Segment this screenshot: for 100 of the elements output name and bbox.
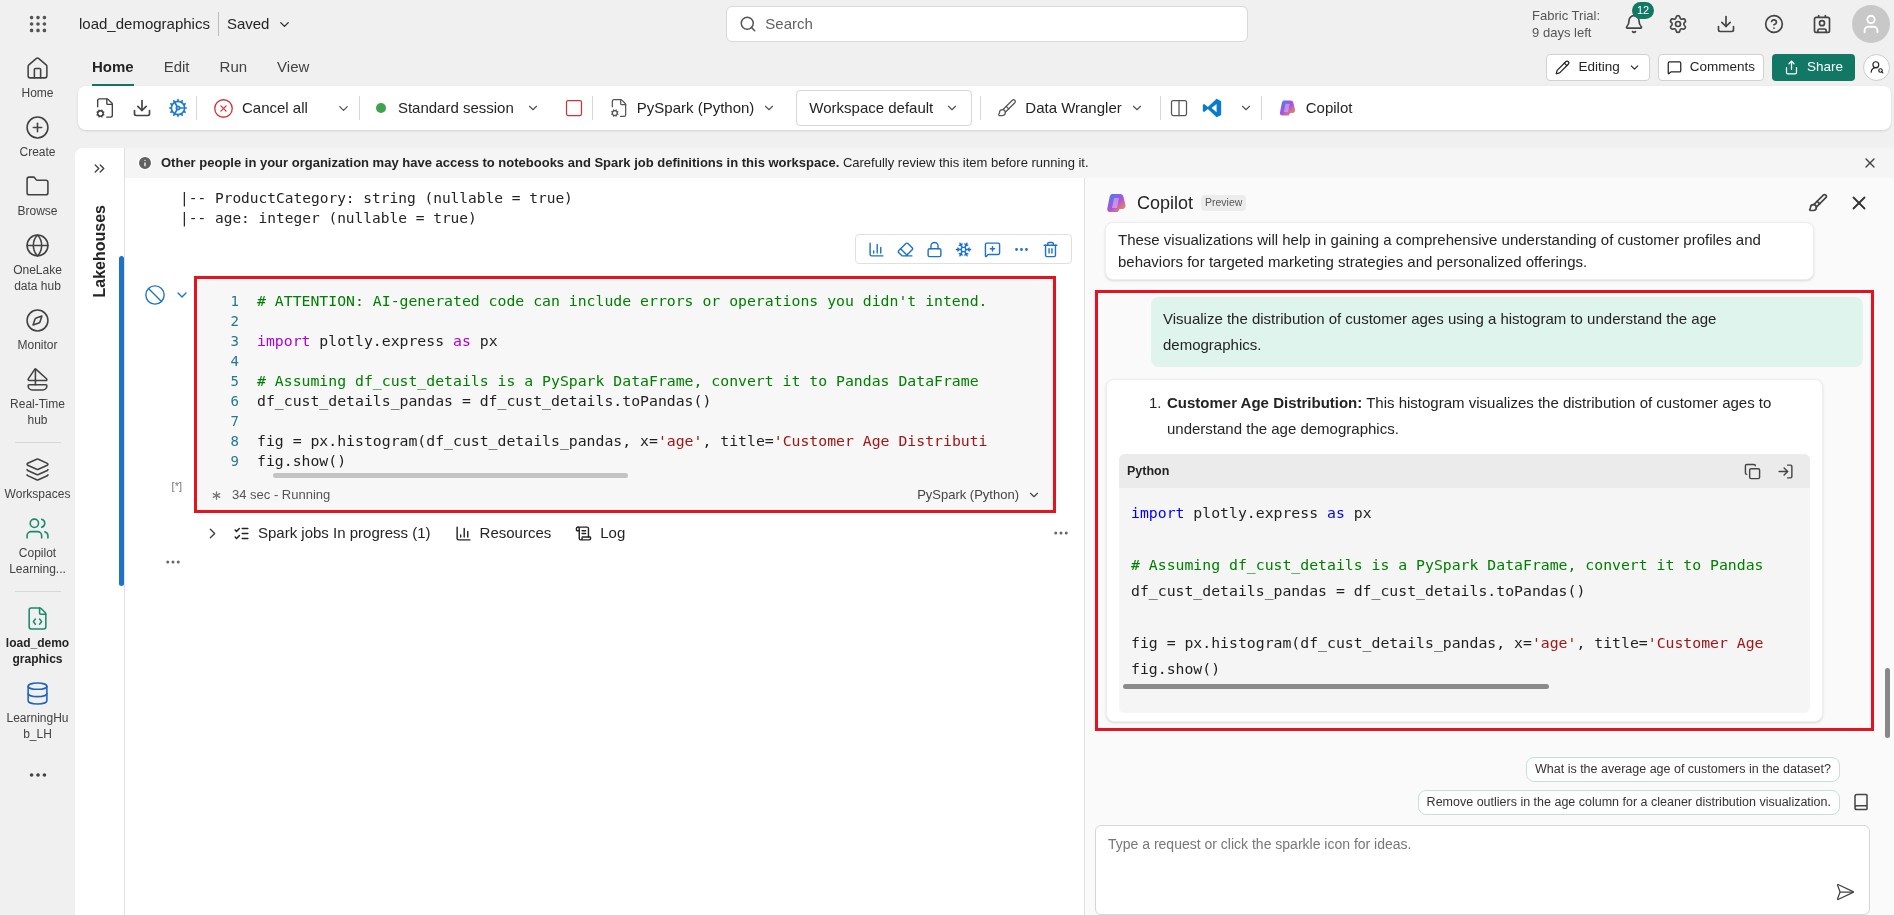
nav-item-label[interactable]: Browse [17, 203, 58, 219]
nav-item-label[interactable]: OneLake data hub [13, 262, 62, 294]
search-icon [739, 15, 758, 33]
line-number: 6 [230, 393, 239, 409]
layers-icon[interactable] [25, 457, 50, 482]
spark-jobs-link[interactable]: Spark jobs In progress (1) [233, 521, 431, 545]
comment-icon[interactable] [984, 240, 1001, 258]
send-icon[interactable] [1835, 881, 1855, 902]
scrollbar-thumb[interactable] [1885, 668, 1890, 738]
clear-icon[interactable] [897, 240, 914, 258]
code-cell[interactable] [194, 276, 1056, 513]
notification-count: 12 [1632, 2, 1655, 19]
copilot-title: Copilot [1137, 191, 1194, 215]
share-button[interactable]: Share [1771, 53, 1855, 81]
search-field[interactable]: Search [726, 6, 1249, 42]
list-item-text: Customer Age Distribution: This histogram visualizes the distribution of customer ages to understand the age demographics. [1167, 393, 1773, 439]
cell-language-dropdown[interactable]: PySpark (Python) [917, 485, 1041, 505]
lakehouses-label[interactable]: Lakehouses [87, 205, 112, 298]
code-line: import plotly.express as px [1131, 503, 1372, 523]
ribbon-tab[interactable]: Edit [163, 55, 190, 86]
code-line: fig = px.histogram(df_cust_details_pandas, x='age', title='Customer Age [1131, 633, 1764, 654]
nav-item-label[interactable]: Real-Time hub [10, 396, 65, 428]
running-icon[interactable] [144, 284, 166, 306]
ribbon-tab[interactable]: Run [219, 55, 248, 86]
log-link[interactable]: Log [575, 521, 626, 545]
insert-icon[interactable] [1777, 462, 1794, 480]
horizontal-scrollbar[interactable] [1123, 684, 1549, 689]
nav-item-label[interactable]: LearningHu b_LH [6, 710, 69, 742]
cancel-all-button[interactable]: Cancel all [205, 96, 316, 120]
nav-item-label[interactable]: Home [21, 85, 54, 101]
snowflake-icon[interactable] [955, 240, 972, 258]
code-file-icon[interactable] [25, 606, 50, 631]
save-status-dropdown[interactable]: Saved [226, 12, 293, 36]
copilot-button[interactable]: Copilot [1269, 96, 1361, 120]
nav-item-label[interactable]: Create [19, 144, 56, 160]
comments-button[interactable]: Comments [1657, 53, 1764, 81]
compass-icon[interactable] [25, 308, 50, 333]
folder-icon[interactable] [25, 174, 50, 199]
code-line: # Assuming df_cust_details is a PySpark DataFrame, convert it to Pandas DataFrame [257, 371, 979, 391]
horizontal-scrollbar[interactable] [273, 473, 628, 478]
run-status: 34 sec - Running [232, 486, 331, 505]
line-number: 3 [230, 333, 239, 349]
delete-icon[interactable] [1042, 240, 1059, 258]
search-input[interactable]: Search [765, 12, 1236, 36]
help-icon[interactable] [1764, 14, 1784, 34]
nav-item-label[interactable]: Monitor [17, 337, 58, 353]
info-icon [137, 155, 153, 171]
suggestion-chip[interactable]: What is the average age of customers in the dataset? [1526, 757, 1840, 782]
share-icon [1783, 59, 1799, 75]
session-dropdown[interactable]: Standard session [367, 96, 548, 120]
data-wrangler-dropdown[interactable]: Data Wrangler [989, 96, 1152, 120]
prompt-field[interactable]: Type a request or click the sparkle icon for ideas. [1095, 824, 1870, 915]
boat-icon[interactable] [25, 367, 50, 392]
copilot-logo-icon [1105, 191, 1129, 215]
file-name[interactable]: load_demographics [79, 12, 210, 36]
banner-message: Other people in your organization may have access to notebooks and Spark job definitions in this workspace. Carefully review this item before running it. [161, 154, 1089, 173]
preview-badge: Preview [1201, 195, 1247, 211]
gear-icon[interactable] [168, 98, 188, 118]
comment-icon [1666, 59, 1682, 75]
notifications-icon[interactable] [1624, 14, 1644, 34]
stop-icon[interactable] [563, 98, 584, 118]
line-number: 5 [230, 373, 239, 389]
frame-icon[interactable] [1168, 98, 1189, 118]
line-number: 1 [230, 293, 239, 309]
language-dropdown[interactable]: PySpark (Python) [600, 96, 785, 120]
ribbon-tab[interactable]: View [277, 55, 310, 86]
suggestion-chip[interactable]: Remove outliers in the age column for a cleaner distribution visualization. [1417, 789, 1840, 815]
markdown-icon[interactable] [868, 240, 885, 258]
environment-dropdown[interactable]: Workspace default [796, 90, 973, 126]
list-icon [575, 524, 593, 542]
resources-link[interactable]: Resources [454, 521, 552, 545]
line-number: 8 [230, 433, 239, 449]
globe-icon[interactable] [25, 233, 50, 258]
plus-icon[interactable] [25, 115, 50, 140]
table-brush-icon [997, 98, 1018, 118]
vscode-icon[interactable] [1200, 97, 1223, 119]
edit-file-icon[interactable] [94, 97, 116, 119]
home-icon[interactable] [25, 56, 50, 81]
line-number: 4 [230, 353, 239, 369]
download-icon[interactable] [1716, 14, 1736, 34]
prompt-input[interactable]: Type a request or click the sparkle icon for ideas. [1108, 833, 1857, 876]
code-line: # Assuming df_cust_details is a PySpark DataFrame, convert it to Pandas [1131, 555, 1764, 576]
list-number: 1. [1149, 393, 1163, 413]
cancel-icon [213, 97, 234, 119]
message-text: Visualize the distribution of customer ages using a histogram to understand the age demographics. [1163, 310, 1717, 353]
lock-icon[interactable] [926, 240, 943, 258]
trial-status: Fabric Trial: 9 days left [1532, 7, 1600, 41]
copy-icon[interactable] [1744, 462, 1761, 480]
database-icon[interactable] [25, 681, 50, 706]
collaborators-button[interactable] [1863, 53, 1890, 81]
code-line: df_cust_details_pandas = df_cust_details.toPandas() [257, 391, 712, 411]
message-text: These visualizations will help in gaining a comprehensive understanding of customer profiles and behaviors for targeted marketing strategies and personalized offerings. [1118, 231, 1761, 270]
bar-chart-icon [454, 524, 472, 542]
nav-item-label[interactable]: Workspaces [4, 486, 71, 502]
book-icon[interactable] [1852, 793, 1870, 812]
nav-item-label[interactable]: load_demo graphics [5, 635, 70, 667]
nav-item-label[interactable]: Copilot Learning... [9, 545, 66, 577]
editing-button[interactable]: Editing [1546, 53, 1650, 81]
settings-icon[interactable] [1668, 14, 1688, 34]
download-icon[interactable] [132, 98, 152, 118]
